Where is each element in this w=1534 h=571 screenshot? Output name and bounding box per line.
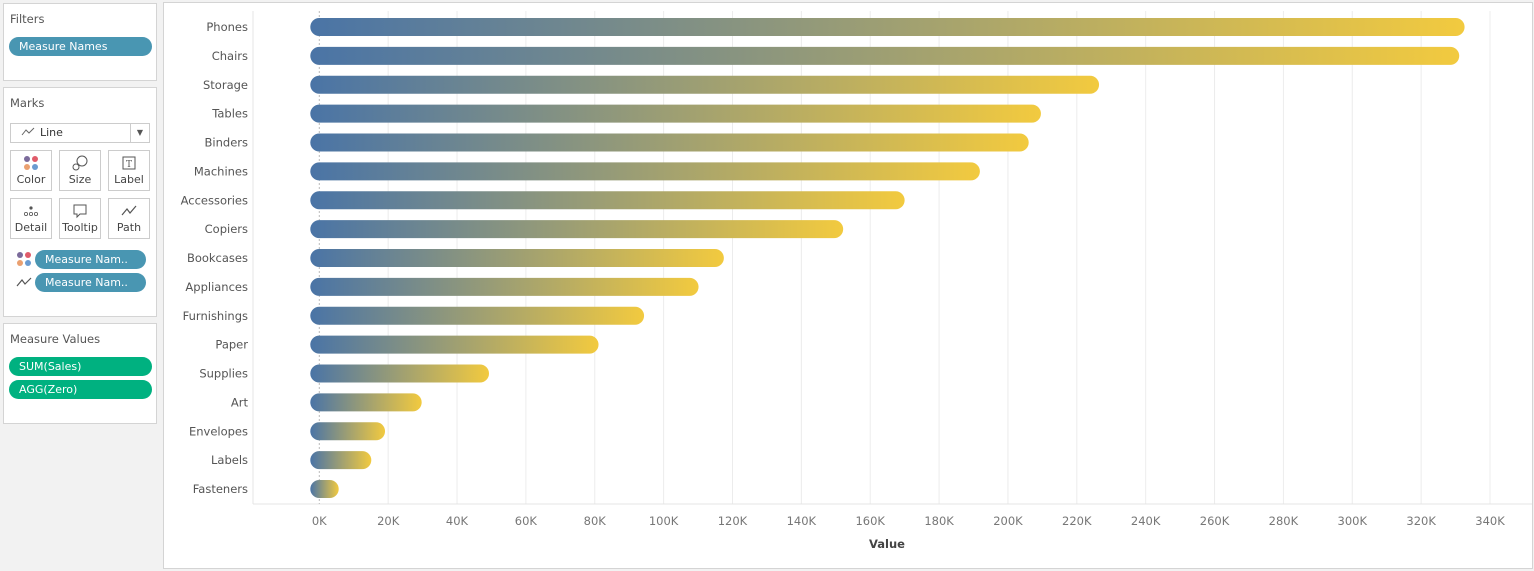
- bar-furnishings: [310, 306, 645, 325]
- x-tick-label: 80K: [584, 514, 607, 528]
- measure-pill-agg-zero[interactable]: AGG(Zero): [9, 380, 152, 399]
- x-tick-label: 260K: [1200, 514, 1230, 528]
- color-icon: [16, 251, 32, 271]
- filters-card: Filters Measure Names: [3, 3, 157, 81]
- category-label: Art: [231, 395, 249, 409]
- path-button[interactable]: Path: [108, 198, 150, 239]
- bar-appliances: [310, 277, 699, 296]
- x-tick-label: 60K: [515, 514, 538, 528]
- category-label: Machines: [194, 164, 248, 178]
- path-pill-measure-names[interactable]: Measure Nam..: [35, 273, 146, 292]
- label-icon: T: [109, 151, 149, 173]
- measure-values-card: Measure Values SUM(Sales) AGG(Zero): [3, 323, 157, 424]
- filters-title: Filters: [10, 12, 45, 26]
- bar-labels: [310, 451, 372, 470]
- tooltip-label: Tooltip: [62, 221, 98, 234]
- bar-storage: [310, 75, 1100, 94]
- bar-chairs: [310, 46, 1460, 65]
- bar-chart: 0K 20K 40K 60K 80K 100K 120K 140K 160K 180K 200K 22…: [181, 11, 1532, 551]
- x-tick-label: 320K: [1406, 514, 1436, 528]
- detail-icon: [11, 199, 51, 221]
- color-pill-measure-names[interactable]: Measure Nam..: [35, 250, 146, 269]
- mark-type-value: Line: [40, 126, 63, 139]
- bar-phones: [310, 18, 1465, 36]
- mark-type-dropdown[interactable]: Line ▼: [10, 123, 150, 143]
- path-label: Path: [116, 221, 142, 234]
- path-icon: [16, 274, 32, 294]
- line-icon: [21, 124, 35, 146]
- path-icon: [109, 199, 149, 221]
- x-tick-label: 180K: [924, 514, 954, 528]
- filter-pill-measure-names[interactable]: Measure Names: [9, 37, 152, 56]
- x-tick-label: 340K: [1475, 514, 1505, 528]
- x-tick-label: 40K: [446, 514, 469, 528]
- bar-accessories: [310, 191, 905, 210]
- measure-values-title: Measure Values: [10, 332, 101, 346]
- marks-card: Marks Line ▼ Color Size T Label Detail T…: [3, 87, 157, 317]
- x-tick-label: 300K: [1338, 514, 1368, 528]
- x-axis-title: Value: [869, 537, 905, 551]
- tooltip-icon: [60, 199, 100, 221]
- tooltip-button[interactable]: Tooltip: [59, 198, 101, 239]
- category-label: Bookcases: [187, 251, 248, 265]
- bar-bookcases: [310, 249, 724, 267]
- color-icon: [11, 151, 51, 173]
- bar-paper: [310, 335, 599, 354]
- detail-label: Detail: [14, 221, 48, 234]
- category-label: Storage: [203, 78, 248, 92]
- bar-art: [310, 393, 422, 412]
- size-icon: [60, 151, 100, 173]
- bar-supplies: [310, 364, 490, 383]
- x-tick-label: 20K: [377, 514, 400, 528]
- x-tick-label: 120K: [718, 514, 748, 528]
- category-label: Phones: [206, 20, 248, 34]
- label-label: Label: [114, 173, 144, 186]
- category-label: Furnishings: [183, 309, 248, 323]
- category-label: Supplies: [199, 367, 248, 381]
- color-button[interactable]: Color: [10, 150, 52, 191]
- color-label: Color: [16, 173, 46, 186]
- x-tick-label: 240K: [1131, 514, 1161, 528]
- x-tick-label: 220K: [1062, 514, 1092, 528]
- svg-text:T: T: [126, 160, 132, 170]
- x-tick-label: 280K: [1269, 514, 1299, 528]
- measure-pill-sum-sales[interactable]: SUM(Sales): [9, 357, 152, 376]
- category-label: Tables: [211, 107, 248, 121]
- category-label: Envelopes: [189, 424, 248, 438]
- category-label: Fasteners: [193, 482, 248, 496]
- category-label: Labels: [211, 453, 248, 467]
- category-label: Accessories: [181, 193, 248, 207]
- category-label: Chairs: [212, 49, 248, 63]
- category-label: Paper: [215, 338, 248, 352]
- category-label: Binders: [205, 136, 248, 150]
- x-tick-label: 140K: [787, 514, 817, 528]
- bar-binders: [310, 133, 1029, 152]
- x-tick-label: 100K: [649, 514, 679, 528]
- x-tick-label: 200K: [993, 514, 1023, 528]
- bar-tables: [310, 104, 1041, 123]
- detail-button[interactable]: Detail: [10, 198, 52, 239]
- bar-copiers: [310, 220, 844, 239]
- size-button[interactable]: Size: [59, 150, 101, 191]
- size-label: Size: [68, 173, 92, 186]
- x-tick-label: 160K: [855, 514, 885, 528]
- chevron-down-icon[interactable]: ▼: [130, 124, 149, 142]
- marks-title: Marks: [10, 96, 45, 110]
- bar-machines: [310, 162, 980, 181]
- category-label: Appliances: [185, 280, 248, 294]
- bar-fasteners: [310, 480, 339, 498]
- category-label: Copiers: [205, 222, 248, 236]
- x-tick-label: 0K: [312, 514, 327, 528]
- bar-envelopes: [310, 422, 386, 441]
- label-button[interactable]: T Label: [108, 150, 150, 191]
